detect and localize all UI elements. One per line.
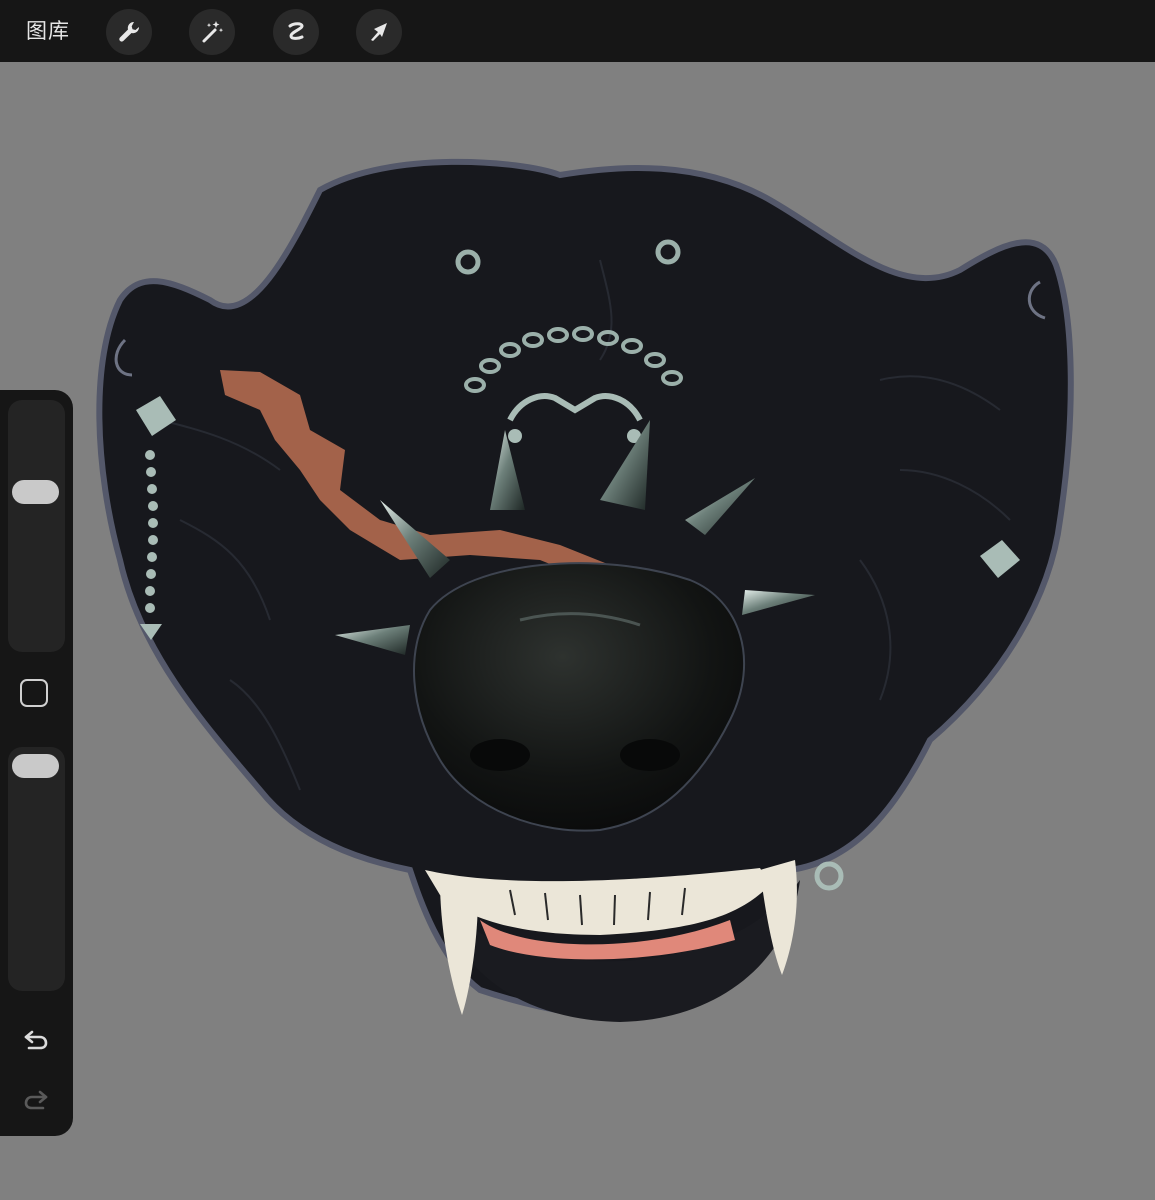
transform-button[interactable] [356,9,402,55]
opacity-slider[interactable] [8,747,65,991]
undo-icon [24,1030,48,1050]
wrench-icon [119,21,140,42]
undo-button[interactable] [18,1022,54,1058]
left-nostril [470,739,530,771]
wolf-muzzle-artwork [96,158,1074,1022]
left-sidebar [0,390,73,1136]
selection-icon [288,22,304,40]
top-toolbar: 图库 [0,0,1155,62]
arrow-cursor-icon [371,23,387,41]
brush-size-thumb[interactable] [12,480,59,504]
right-nostril [620,739,680,771]
lip-ring [814,861,844,891]
gallery-button[interactable]: 图库 [26,16,70,46]
redo-icon [24,1090,48,1110]
adjustments-button[interactable] [189,9,235,55]
magic-wand-icon [202,21,224,43]
drawing-canvas[interactable] [0,62,1155,1200]
opacity-thumb[interactable] [12,754,59,778]
redo-button[interactable] [18,1082,54,1118]
brush-size-slider[interactable] [8,400,65,652]
selection-button[interactable] [273,9,319,55]
modifier-button[interactable] [20,679,48,707]
actions-button[interactable] [106,9,152,55]
left-fang [440,880,478,1015]
